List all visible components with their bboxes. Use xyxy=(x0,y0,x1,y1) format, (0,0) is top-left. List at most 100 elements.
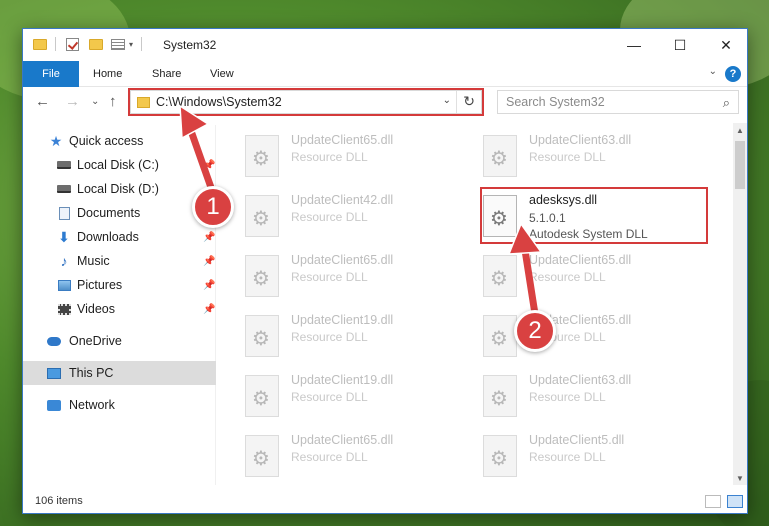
vertical-scrollbar[interactable]: ▲ ▼ xyxy=(733,123,747,485)
this-pc-icon xyxy=(47,367,61,380)
pin-icon[interactable]: 📌 xyxy=(203,256,215,267)
customize-toolbar-icon[interactable]: ▾ xyxy=(129,40,133,49)
pictures-icon xyxy=(57,279,71,292)
sidebar-item-pictures[interactable]: Pictures 📌 xyxy=(23,273,216,297)
drive-icon xyxy=(57,159,71,172)
properties-icon[interactable] xyxy=(66,37,79,51)
file-type: Resource DLL xyxy=(291,450,368,464)
file-list: UpdateClient65.dll Resource DLL UpdateCl… xyxy=(223,123,733,485)
quick-access-toolbar: ▾ xyxy=(33,37,143,51)
star-icon: ★ xyxy=(49,132,63,149)
sidebar-item-videos[interactable]: Videos 📌 xyxy=(23,297,216,321)
search-input[interactable]: Search System32 ⌕ xyxy=(497,90,739,114)
file-item[interactable]: UpdateClient19.dll Resource DLL xyxy=(223,363,453,417)
sidebar-item-network[interactable]: Network xyxy=(23,393,216,417)
pin-icon[interactable]: 📌 xyxy=(203,232,215,243)
scroll-down-icon[interactable]: ▼ xyxy=(733,471,747,485)
step-badge-1: 1 xyxy=(192,186,234,228)
file-name: UpdateClient63.dll xyxy=(529,373,632,387)
tab-view[interactable]: View xyxy=(210,68,234,80)
dll-file-icon xyxy=(483,435,517,477)
details-view-icon[interactable] xyxy=(705,495,721,508)
sidebar-item-label: Local Disk (D:) xyxy=(77,182,159,196)
file-item[interactable]: UpdateClient65.dll Resource DLL xyxy=(461,303,691,357)
sidebar-item-documents[interactable]: Documents 📌 xyxy=(23,201,216,225)
scroll-up-icon[interactable]: ▲ xyxy=(733,123,747,137)
file-item[interactable]: UpdateClient65.dll Resource DLL xyxy=(223,243,453,297)
forward-button[interactable]: → xyxy=(65,93,80,110)
minimize-button[interactable]: — xyxy=(611,29,657,61)
toolbar-divider xyxy=(55,37,56,51)
tab-share[interactable]: Share xyxy=(152,68,181,80)
new-folder-icon[interactable] xyxy=(89,38,103,50)
file-type: Resource DLL xyxy=(291,150,368,164)
dll-file-icon xyxy=(245,255,279,297)
file-type: Resource DLL xyxy=(291,390,368,404)
sidebar-item-this-pc[interactable]: This PC xyxy=(23,361,216,385)
large-icons-view-icon[interactable] xyxy=(727,495,743,508)
folder-icon[interactable] xyxy=(33,38,47,50)
recent-locations-button[interactable]: ⌄ xyxy=(91,96,99,107)
file-item[interactable]: UpdateClient5.dll Resource DLL xyxy=(461,423,691,477)
tab-home[interactable]: Home xyxy=(93,68,122,80)
file-type: Resource DLL xyxy=(291,270,368,284)
item-count: 106 items xyxy=(35,495,83,507)
dll-file-icon xyxy=(245,315,279,357)
file-name: UpdateClient5.dll xyxy=(529,433,625,447)
file-name: UpdateClient65.dll xyxy=(291,433,394,447)
title-bar: ▾ System32 — ☐ ✕ xyxy=(23,29,747,61)
view-options-icon[interactable] xyxy=(111,38,125,50)
sidebar-item-label: OneDrive xyxy=(69,334,122,348)
callout-arrow-2 xyxy=(507,222,543,318)
file-name: UpdateClient63.dll xyxy=(529,133,632,147)
pin-icon[interactable]: 📌 xyxy=(203,280,215,291)
dll-file-icon xyxy=(245,435,279,477)
step-badge-2: 2 xyxy=(514,310,556,352)
dll-file-icon xyxy=(245,375,279,417)
file-type: Resource DLL xyxy=(529,390,606,404)
onedrive-icon xyxy=(47,335,61,348)
sidebar-item-label: Quick access xyxy=(69,134,144,148)
sidebar-item-label: Local Disk (C:) xyxy=(77,158,159,172)
dll-file-icon xyxy=(245,135,279,177)
sidebar-item-label: Downloads xyxy=(77,230,139,244)
file-name: UpdateClient42.dll xyxy=(291,193,394,207)
file-item[interactable]: UpdateClient63.dll Resource DLL xyxy=(461,363,691,417)
sidebar-item-label: Network xyxy=(69,398,115,412)
file-type: Resource DLL xyxy=(529,450,606,464)
maximize-button[interactable]: ☐ xyxy=(657,29,703,61)
file-item[interactable]: UpdateClient65.dll Resource DLL xyxy=(223,123,453,177)
file-item[interactable]: UpdateClient63.dll Resource DLL xyxy=(461,123,691,177)
tab-file[interactable]: File xyxy=(23,61,79,87)
back-button[interactable]: ← xyxy=(35,93,50,110)
pin-icon[interactable]: 📌 xyxy=(203,304,215,315)
search-icon[interactable]: ⌕ xyxy=(723,95,730,111)
sidebar-item-label: Documents xyxy=(77,206,141,220)
file-name: UpdateClient19.dll xyxy=(291,373,394,387)
toolbar-divider xyxy=(141,37,143,51)
file-item[interactable]: UpdateClient65.dll Resource DLL xyxy=(461,243,691,297)
sidebar-item-downloads[interactable]: ⬇ Downloads 📌 xyxy=(23,225,216,249)
sidebar-item-onedrive[interactable]: OneDrive xyxy=(23,329,216,353)
file-item[interactable]: UpdateClient42.dll Resource DLL xyxy=(223,183,453,237)
documents-icon xyxy=(57,206,71,220)
expand-ribbon-icon[interactable]: ⌄ xyxy=(709,66,717,77)
sidebar-item-label: Music xyxy=(77,254,110,268)
sidebar-item-music[interactable]: ♪ Music 📌 xyxy=(23,249,216,273)
file-type: Resource DLL xyxy=(291,210,368,224)
file-name: UpdateClient65.dll xyxy=(291,253,394,267)
close-button[interactable]: ✕ xyxy=(703,29,749,61)
sidebar-item-label: Videos xyxy=(77,302,115,316)
help-icon[interactable]: ? xyxy=(725,66,741,82)
file-type: Resource DLL xyxy=(529,150,606,164)
sidebar-item-label: Pictures xyxy=(77,278,123,292)
file-name: UpdateClient19.dll xyxy=(291,313,394,327)
network-icon xyxy=(47,399,61,412)
scroll-thumb[interactable] xyxy=(735,141,745,189)
up-button[interactable]: ↑ xyxy=(109,93,117,110)
file-item[interactable]: UpdateClient19.dll Resource DLL xyxy=(223,303,453,357)
file-name: UpdateClient65.dll xyxy=(291,133,394,147)
dll-file-icon xyxy=(245,195,279,237)
file-item[interactable]: UpdateClient65.dll Resource DLL xyxy=(223,423,453,477)
status-bar: 106 items xyxy=(23,491,747,513)
